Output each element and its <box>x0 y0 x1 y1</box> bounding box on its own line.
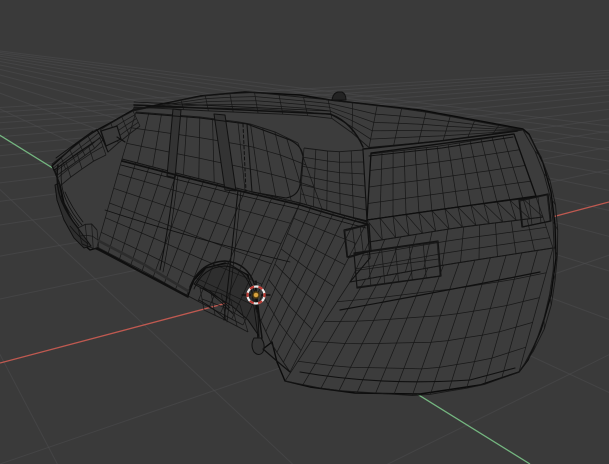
blender-3d-viewport[interactable] <box>0 0 609 464</box>
cursor-center-dot <box>252 291 260 299</box>
tow-hook <box>251 337 265 355</box>
viewport-canvas[interactable] <box>0 0 609 464</box>
